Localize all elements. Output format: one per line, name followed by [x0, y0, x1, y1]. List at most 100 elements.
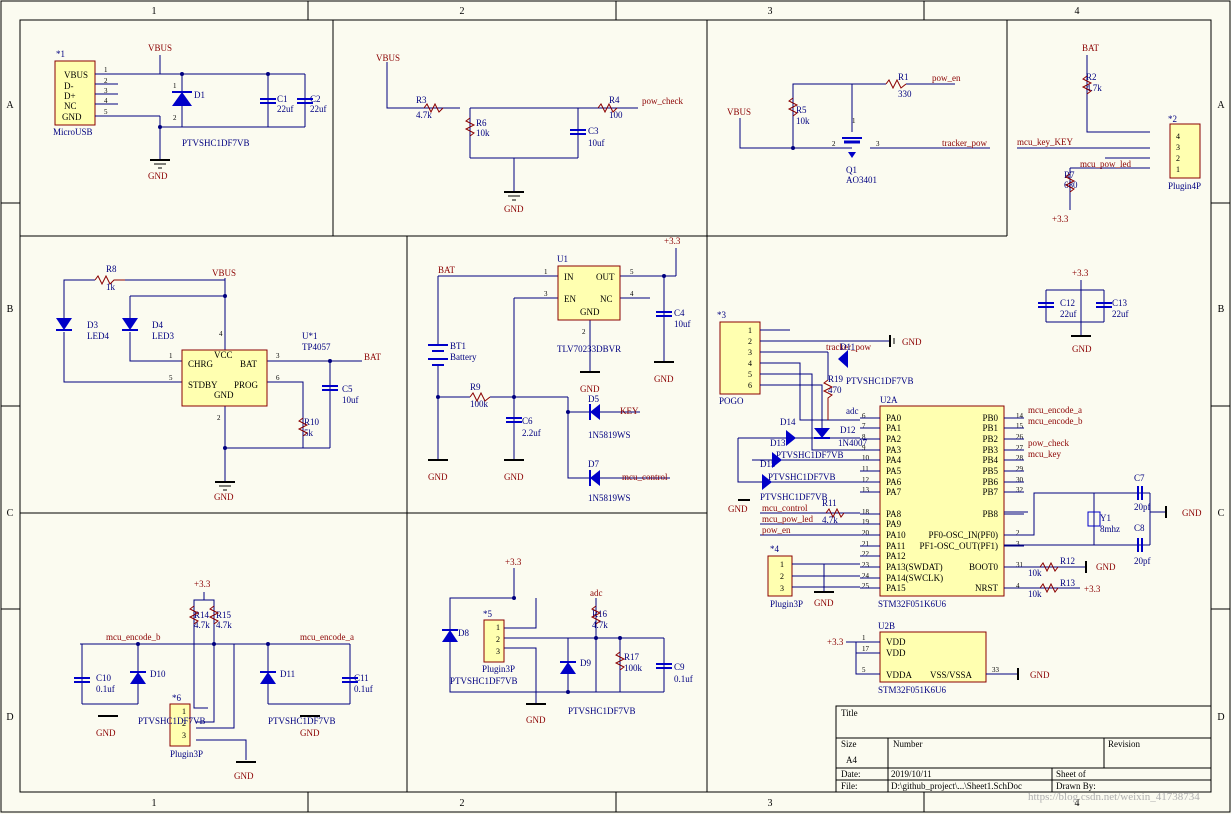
mcu-net-adc: adc	[846, 406, 859, 416]
pogo-ref: *3	[717, 310, 727, 320]
ldo-d7p: 1N5819WS	[588, 493, 631, 503]
divider-labels: VBUS R3 4.7k R6 10k R4 100 pow_check C3 …	[376, 53, 683, 214]
enc-c11v: 0.1uf	[354, 684, 373, 694]
pogo-pin-4: 4	[748, 359, 752, 368]
cb-c13v: 22uf	[1112, 309, 1129, 319]
mos-pin3: 3	[876, 140, 880, 148]
mcu-c7: C7	[1134, 473, 1145, 483]
div-net-powcheck: pow_check	[642, 96, 683, 106]
usb-d1-ref: D1	[194, 90, 205, 100]
mos-r1v: 330	[898, 89, 912, 99]
mcu-u2a: U2A STM32F051K6U6 PA0 6 PA1 7 PA2 8 PA3 9 PA4 10 P…	[762, 395, 1202, 609]
ch-d4: D4	[152, 320, 163, 330]
adc-r17: R17	[624, 652, 640, 662]
caps-c12-c13: +3.3 C12 22uf C13 22uf GND	[1038, 268, 1129, 354]
mcu-left-pin: PA13(SWDAT)	[886, 562, 943, 572]
pogo-d13: D13	[770, 438, 786, 448]
tp-n3: 3	[276, 352, 280, 360]
div-r6: R6	[476, 118, 487, 128]
div-r3: R3	[416, 95, 427, 105]
enc-gnd3: GND	[234, 771, 254, 781]
mcu-right-pin-num: 4	[1016, 582, 1020, 590]
mcu-left-pin-num: 8	[862, 433, 866, 441]
tb-drawn-label: Drawn By:	[1056, 781, 1096, 791]
pogo-pin-5: 5	[748, 370, 752, 379]
cb-33: +3.3	[1072, 268, 1089, 278]
p3mid-ref: *4	[770, 544, 780, 554]
tb-title-label: Title	[841, 708, 858, 718]
mcu-right-pin-num: 28	[1016, 454, 1024, 462]
mos-r1: R1	[898, 72, 909, 82]
ldo-c4v: 10uf	[674, 319, 691, 329]
adc-r17v: 100k	[624, 663, 643, 673]
row-label-left-a: A	[6, 100, 14, 111]
mcu-r11v: 4.7k	[822, 515, 838, 525]
col-label-bottom-3: 3	[768, 798, 773, 809]
divider-parts	[423, 102, 618, 201]
pogo-d1x-c: PTVSHC1DF7VB	[760, 492, 828, 502]
row-label-left-d: D	[6, 712, 13, 723]
ldo-bat: BAT	[438, 265, 456, 275]
adc-gnd: GND	[526, 715, 546, 725]
tb-size-label: Size	[841, 739, 857, 749]
mcu-left-pin: PA12	[886, 551, 906, 561]
mcu-left-pin-num: 25	[862, 582, 870, 590]
ldo-ref: U1	[557, 254, 568, 264]
mcu-gnd-xtal: GND	[1182, 508, 1202, 518]
ldo-gnd3: GND	[580, 384, 600, 394]
pogo-connector: *3 POGO 1 2 3 4 5 6	[717, 310, 761, 406]
mcu-c8v: 20pf	[1134, 556, 1151, 566]
row-label-left-c: C	[7, 508, 14, 519]
ldo-n1: 1	[544, 268, 548, 276]
enc-d11: D11	[280, 669, 295, 679]
p3mid-gnd: GND	[814, 598, 834, 608]
usb-pin-gnd: GND	[62, 112, 82, 122]
mcu-right-pin-num: 3	[1016, 540, 1020, 548]
mcu-left-pin-num: 12	[862, 476, 870, 484]
ldo-net-ctrl: mcu_control	[622, 472, 668, 482]
ldo-gnd4: GND	[654, 374, 674, 384]
row-label-left-b: B	[7, 304, 14, 315]
ldo-33: +3.3	[664, 236, 681, 246]
row-label-right-b: B	[1218, 304, 1225, 315]
title-block-text: Title Size A4 Number Revision Date: 2019…	[841, 708, 1200, 803]
p4-pin-2: 2	[1176, 154, 1180, 163]
tb-sheet-label: Sheet of	[1056, 769, 1086, 779]
mcu-left-pin: PA0	[886, 413, 902, 423]
mcu-net-enc-a: mcu_encode_a	[1028, 405, 1082, 415]
col-label-top-3: 3	[768, 6, 773, 17]
div-vbus: VBUS	[376, 53, 400, 63]
mos-q1-part: AO3401	[846, 175, 877, 185]
usb-num-5: 5	[104, 108, 108, 116]
ldo-d5p: 1N5819WS	[588, 430, 631, 440]
p3mid-pin-2: 2	[780, 572, 784, 581]
mcu-c7v: 20pf	[1134, 502, 1151, 512]
ch-gnd: GND	[214, 492, 234, 502]
ldo-n2: 2	[582, 328, 586, 336]
mcu-left-pin-num: 20	[862, 529, 870, 537]
tp-n6: 6	[276, 374, 280, 382]
mcu-y1: Y1	[1100, 513, 1111, 523]
pogo-gnd: GND	[902, 337, 922, 347]
adc-d8: D8	[458, 628, 469, 638]
mcu-right-pin-num: 27	[1016, 444, 1024, 452]
mcu-net-check: pow_check	[1028, 438, 1069, 448]
mos-pin2: 2	[832, 140, 836, 148]
tp-n2: 2	[217, 414, 221, 422]
ch-c5v: 10uf	[342, 395, 359, 405]
pogo-pin-3: 3	[748, 348, 752, 357]
div-r6v: 10k	[476, 128, 490, 138]
watermark: https://blog.csdn.net/weixin_41738734	[1028, 791, 1200, 803]
mcu-right-pin-num: 32	[1016, 486, 1024, 494]
enc-gnd1: GND	[96, 728, 116, 738]
tp-part: TP4057	[302, 342, 331, 352]
mcu-left-pin-num: 10	[862, 454, 870, 462]
mcu-left-pin-num: 23	[862, 561, 870, 569]
pogo-pin-1: 1	[748, 326, 752, 335]
mcu-gnd-r12: GND	[1096, 562, 1116, 572]
enc-c10v: 0.1uf	[96, 684, 115, 694]
pogo-wires	[737, 329, 890, 536]
tp-stdby: STDBY	[188, 380, 218, 390]
ch-bat: BAT	[364, 352, 382, 362]
adc-block: *5 Plugin3P 1 2 3 +3.3 D8 PTVSHC1DF7VB a…	[442, 557, 693, 725]
